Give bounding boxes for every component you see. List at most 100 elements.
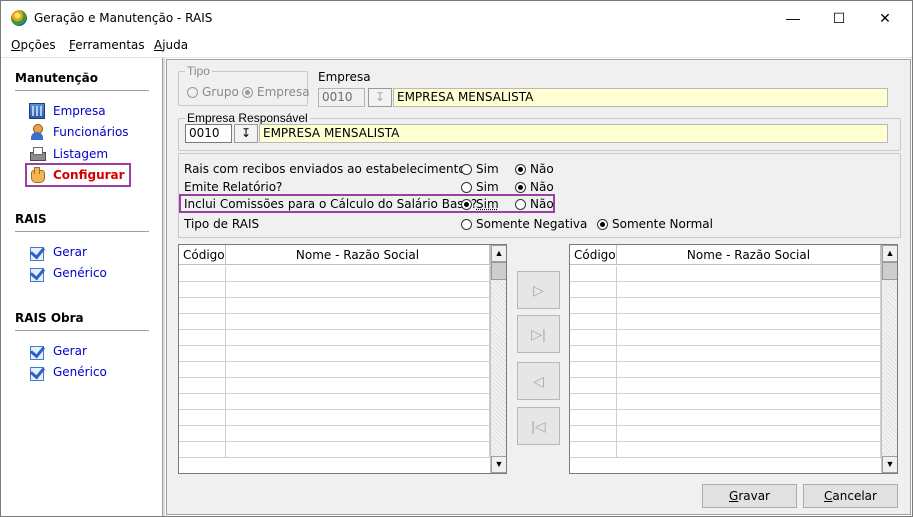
available-companies-grid[interactable]: Código Nome - Razão Social ▲ ▼ (178, 244, 507, 474)
scroll-thumb[interactable] (882, 262, 897, 280)
table-row[interactable] (570, 330, 881, 346)
empresa-code-field: 0010 (318, 88, 365, 107)
sidebar-item-rais-gerar[interactable]: Gerar (29, 243, 87, 261)
sidebar-item-empresa[interactable]: Empresa (29, 102, 106, 120)
table-row[interactable] (179, 346, 490, 362)
table-row[interactable] (570, 362, 881, 378)
table-row[interactable] (179, 314, 490, 330)
recibos-sim-radio[interactable]: Sim (461, 162, 499, 176)
radio-dot (461, 218, 472, 230)
table-row[interactable] (570, 314, 881, 330)
question-recibos-label: Rais com recibos enviados ao estabelecim… (184, 162, 466, 176)
empresa-responsavel-lookup-button[interactable]: ↧ (234, 124, 258, 143)
sidebar-item-rais-generico[interactable]: Genérico (29, 264, 107, 282)
column-header-codigo[interactable]: Código (570, 245, 617, 264)
sidebar-splitter[interactable] (162, 58, 165, 516)
scroll-down-arrow-icon[interactable]: ▼ (882, 456, 897, 473)
maximize-button[interactable]: ☐ (816, 1, 862, 35)
table-row[interactable] (570, 346, 881, 362)
move-left-button[interactable]: ◁ (517, 362, 560, 400)
table-row[interactable] (179, 362, 490, 378)
sidebar-item-label: Listagem (53, 147, 109, 161)
radio-label: Somente Normal (612, 217, 713, 231)
table-row[interactable] (179, 330, 490, 346)
question-comissoes-label: Inclui Comissões para o Cálculo do Salár… (184, 197, 478, 211)
tipo-grupo-radio: Grupo (187, 85, 239, 99)
radio-dot (187, 86, 198, 98)
table-row[interactable] (179, 410, 490, 426)
close-button[interactable]: ✕ (862, 1, 908, 35)
radio-dot (461, 198, 472, 210)
move-all-left-button[interactable]: |◁ (517, 407, 560, 445)
grid-header: Código Nome - Razão Social (179, 245, 490, 265)
table-row[interactable] (179, 378, 490, 394)
minimize-button[interactable]: — (770, 1, 816, 35)
column-header-codigo[interactable]: Código (179, 245, 226, 264)
table-row[interactable] (570, 426, 881, 442)
button-accel: G (729, 489, 739, 503)
comissoes-nao-radio[interactable]: Não (515, 197, 554, 211)
table-row[interactable] (179, 298, 490, 314)
table-row[interactable] (570, 394, 881, 410)
scroll-up-arrow-icon[interactable]: ▲ (491, 245, 506, 262)
sidebar-item-label: Gerar (53, 344, 87, 358)
sidebar-item-listagem[interactable]: Listagem (29, 145, 108, 163)
tipo-legend: Tipo (187, 64, 210, 78)
hand-icon (29, 167, 45, 183)
table-row[interactable] (570, 298, 881, 314)
scroll-down-arrow-icon[interactable]: ▼ (491, 456, 506, 473)
relatorio-sim-radio[interactable]: Sim (461, 180, 499, 194)
grid-rows (179, 266, 490, 458)
table-row[interactable] (570, 282, 881, 298)
table-row[interactable] (570, 442, 881, 458)
table-row[interactable] (179, 442, 490, 458)
vertical-scrollbar[interactable]: ▲ ▼ (490, 245, 506, 473)
cancelar-button[interactable]: Cancelar (803, 484, 898, 508)
empresa-responsavel-legend: Empresa Responsável (187, 111, 308, 125)
move-right-button[interactable]: ▷ (517, 271, 560, 309)
move-all-right-button[interactable]: ▷| (517, 315, 560, 353)
column-header-nome[interactable]: Nome - Razão Social (226, 245, 490, 264)
menu-ferramentas[interactable]: Ferramentas (69, 38, 145, 52)
table-row[interactable] (570, 378, 881, 394)
grid-header: Código Nome - Razão Social (570, 245, 881, 265)
sidebar-item-obra-generico[interactable]: Genérico (29, 363, 107, 381)
gravar-button[interactable]: Gravar (702, 484, 797, 508)
skip-left-icon: |◁ (531, 418, 546, 434)
column-header-nome[interactable]: Nome - Razão Social (617, 245, 881, 264)
menu-opcoes-label: pções (20, 38, 56, 52)
radio-dot (515, 198, 526, 210)
comissoes-sim-radio[interactable]: Sim (461, 197, 499, 211)
vertical-scrollbar[interactable]: ▲ ▼ (881, 245, 897, 473)
menu-ajuda[interactable]: Ajuda (154, 38, 188, 52)
table-row[interactable] (570, 266, 881, 282)
recibos-nao-radio[interactable]: Não (515, 162, 554, 176)
radio-label: Sim (476, 197, 499, 211)
sidebar-header-manutencao: Manutenção (15, 71, 98, 85)
somente-normal-radio[interactable]: Somente Normal (597, 217, 713, 231)
scroll-thumb[interactable] (491, 262, 506, 280)
menu-opcoes[interactable]: Opções (11, 38, 56, 52)
question-relatorio-label: Emite Relatório? (184, 180, 283, 194)
table-row[interactable] (179, 426, 490, 442)
table-row[interactable] (570, 410, 881, 426)
empresa-responsavel-code-field[interactable]: 0010 (185, 124, 232, 143)
check-icon (29, 265, 45, 282)
somente-negativa-radio[interactable]: Somente Negativa (461, 217, 587, 231)
relatorio-nao-radio[interactable]: Não (515, 180, 554, 194)
sidebar-item-funcionarios[interactable]: Funcionários (29, 123, 129, 141)
sidebar-divider (15, 90, 149, 91)
table-row[interactable] (179, 266, 490, 282)
window-title: Geração e Manutenção - RAIS (34, 11, 213, 25)
sidebar-item-configurar[interactable]: Configurar (25, 163, 131, 187)
sidebar-item-obra-gerar[interactable]: Gerar (29, 342, 87, 360)
scroll-up-arrow-icon[interactable]: ▲ (882, 245, 897, 262)
sidebar-header-rais-obra: RAIS Obra (15, 311, 84, 325)
grid-rows (570, 266, 881, 458)
button-label: ancelar (832, 489, 877, 503)
config-panel: Tipo Grupo Empresa Empresa 0010 ↧ EMPRES… (166, 59, 911, 515)
table-row[interactable] (179, 282, 490, 298)
selected-companies-grid[interactable]: Código Nome - Razão Social ▲ ▼ (569, 244, 898, 474)
table-row[interactable] (179, 394, 490, 410)
radio-label: Somente Negativa (476, 217, 588, 231)
